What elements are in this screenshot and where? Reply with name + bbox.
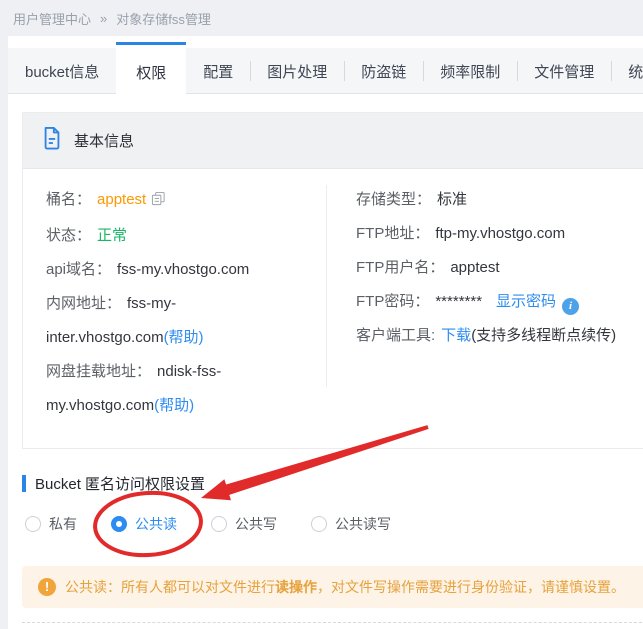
help-link-intranet[interactable]: (帮助) [164,329,204,346]
radio-public-read-circle[interactable] [111,516,127,532]
warning-icon: ! [38,578,56,596]
section-accent-bar [22,475,26,492]
field-ftp-password: FTP密码：********显示密码i [356,285,616,319]
tab-hotlink-protection[interactable]: 防盗链 [344,48,423,94]
tab-statistics[interactable]: 统计 [611,48,643,94]
radio-private-circle[interactable] [25,516,41,532]
document-icon [41,126,63,155]
tab-bucket-info[interactable]: bucket信息 [8,48,116,94]
field-netdisk-mount: 网盘挂载地址：ndisk-fss-my.vhostgo.com(帮助) [46,355,281,423]
tab-image-processing[interactable]: 图片处理 [250,48,344,94]
panel-title: 基本信息 [74,130,134,151]
show-password-link[interactable]: 显示密码 [496,293,556,310]
field-ftp-address: FTP地址：ftp-my.vhostgo.com [356,217,616,251]
field-status: 状态：正常 [46,219,281,253]
permission-section-title: Bucket 匿名访问权限设置 [22,473,643,494]
breadcrumb: 用户管理中心 » 对象存储fss管理 [0,0,643,36]
bucket-name-value: apptest [97,191,146,208]
column-divider [326,185,327,387]
tab-panel-content: 基本信息 桶名：apptest 状态：正常 api域名：fss-my.vhost… [8,100,643,623]
radio-public-read-write[interactable]: 公共读写 [311,514,391,534]
basic-info-header: 基本信息 [23,113,643,169]
permission-radio-group: 私有 公共读 公共写 公共读写 [25,514,643,534]
field-api-domain: api域名：fss-my.vhostgo.com [46,253,281,287]
field-intranet-address: 内网地址：fss-my-inter.vhostgo.com(帮助) [46,287,281,355]
status-badge: 正常 [97,227,127,244]
field-bucket-name: 桶名：apptest [46,183,281,219]
masked-password: ******** [435,293,482,310]
info-icon[interactable]: i [562,298,579,315]
radio-public-write-circle[interactable] [211,516,227,532]
breadcrumb-separator: » [100,11,107,26]
warning-banner: ! 公共读：所有人都可以对文件进行读操作，对文件写操作需要进行身份验证，请谨慎设… [22,566,643,608]
radio-private[interactable]: 私有 [25,514,77,534]
tab-file-management[interactable]: 文件管理 [517,48,611,94]
basic-info-panel: 基本信息 桶名：apptest 状态：正常 api域名：fss-my.vhost… [22,112,643,449]
tab-config[interactable]: 配置 [186,48,250,94]
radio-public-read[interactable]: 公共读 [111,514,177,534]
tab-permissions[interactable]: 权限 [116,42,186,100]
basic-info-body: 桶名：apptest 状态：正常 api域名：fss-my.vhostgo.co… [23,169,643,448]
breadcrumb-user-center[interactable]: 用户管理中心 [13,9,91,28]
breadcrumb-current: 对象存储fss管理 [116,9,211,28]
help-link-netdisk[interactable]: (帮助) [154,397,194,414]
info-column-right: 存储类型：标准 FTP地址：ftp-my.vhostgo.com FTP用户名：… [356,183,616,423]
copy-icon[interactable] [151,185,166,219]
info-column-left: 桶名：apptest 状态：正常 api域名：fss-my.vhostgo.co… [46,183,281,423]
tab-rate-limit[interactable]: 频率限制 [423,48,517,94]
field-client-tool: 客户端工具:下载(支持多线程断点续传) [356,319,616,353]
field-ftp-username: FTP用户名：apptest [356,251,616,285]
dashed-divider [22,622,643,623]
radio-public-write[interactable]: 公共写 [211,514,277,534]
field-storage-type: 存储类型：标准 [356,183,616,217]
content-card: bucket信息 权限 配置 图片处理 防盗链 频率限制 文件管理 统计 文档 … [8,36,643,629]
warning-text: 公共读：所有人都可以对文件进行读操作，对文件写操作需要进行身份验证，请谨慎设置。 [65,577,625,597]
download-link[interactable]: 下载 [441,327,471,344]
radio-public-read-write-circle[interactable] [311,516,327,532]
tab-bar: bucket信息 权限 配置 图片处理 防盗链 频率限制 文件管理 统计 文档 [8,42,643,100]
